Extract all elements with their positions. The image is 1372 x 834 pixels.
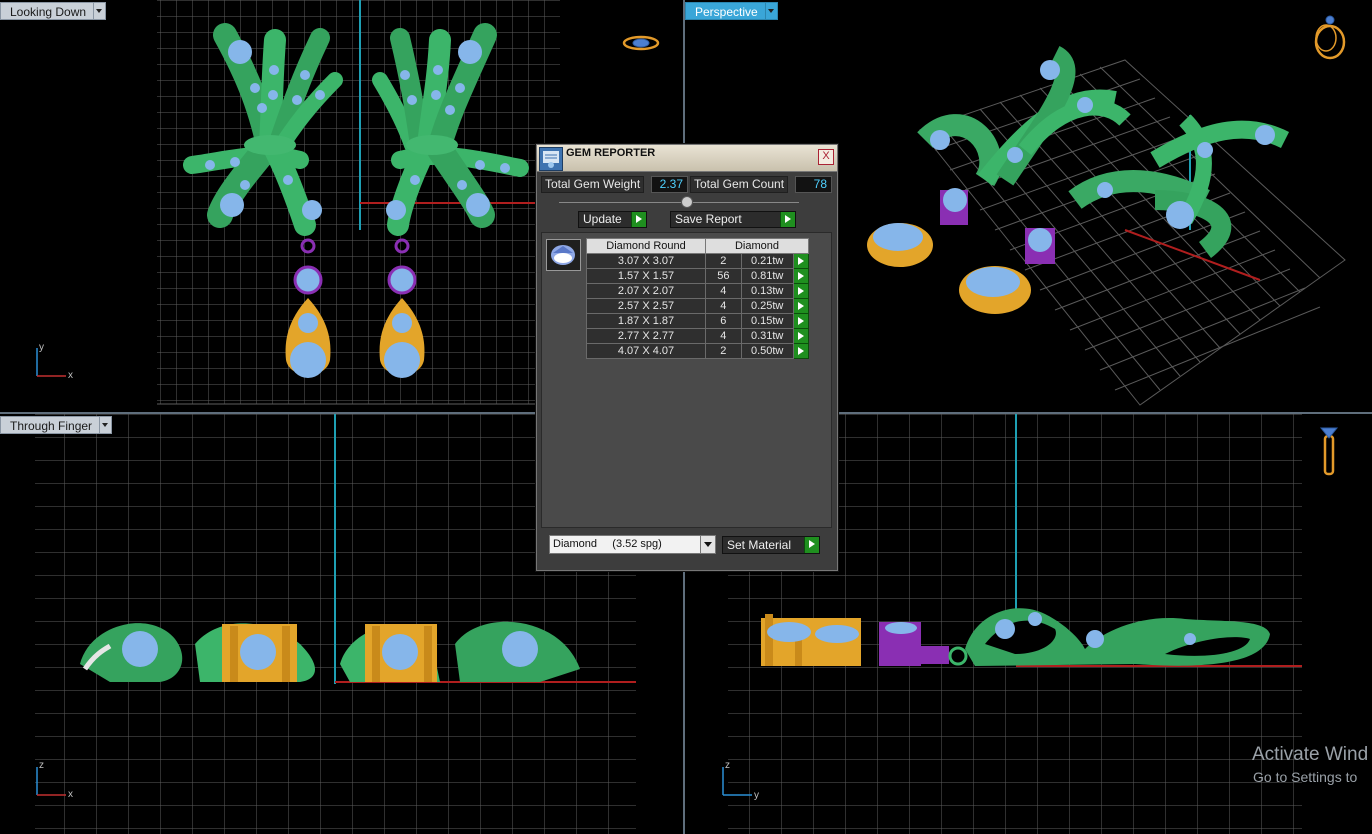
set-material-button-label: Set Material: [727, 538, 792, 552]
cell-count: 2: [705, 253, 742, 269]
play-icon: [780, 212, 795, 227]
set-material-button[interactable]: Set Material: [722, 536, 820, 554]
row-go-button[interactable]: [792, 253, 810, 269]
table-row[interactable]: 1.57 X 1.57 56 0.81tw: [586, 268, 810, 284]
table-row[interactable]: 2.77 X 2.77 4 0.31tw: [586, 328, 810, 344]
col-header-cut: Diamond Round: [586, 238, 706, 254]
cell-weight: 0.15tw: [740, 313, 794, 329]
table-row[interactable]: 2.07 X 2.07 4 0.13tw: [586, 283, 810, 299]
separator: [559, 202, 799, 203]
viewport-dropdown-icon[interactable]: [100, 416, 113, 434]
cell-weight: 0.21tw: [740, 253, 794, 269]
save-report-button-label: Save Report: [675, 212, 742, 226]
row-go-button[interactable]: [792, 343, 810, 359]
cell-count: 6: [705, 313, 742, 329]
total-gem-weight-label: Total Gem Weight: [541, 176, 645, 193]
viewport-label-perspective[interactable]: Perspective: [685, 2, 778, 20]
cell-weight: 0.31tw: [740, 328, 794, 344]
close-icon[interactable]: X: [818, 149, 834, 165]
cell-weight: 0.25tw: [740, 298, 794, 314]
cell-count: 4: [705, 298, 742, 314]
viewport-label-text: Through Finger: [0, 416, 101, 434]
axis-label-h: y: [754, 790, 759, 801]
axis-label-v: y: [39, 342, 44, 353]
row-go-button[interactable]: [792, 328, 810, 344]
gem-table: Diamond Round Diamond 3.07 X 3.07 2 0.21…: [586, 238, 810, 359]
row-go-button[interactable]: [792, 268, 810, 284]
total-gem-count-value: 78: [795, 176, 832, 193]
viewport-label-through-finger[interactable]: Through Finger: [0, 416, 113, 434]
cell-size: 2.07 X 2.07: [586, 283, 706, 299]
row-go-button[interactable]: [792, 298, 810, 314]
save-report-button[interactable]: Save Report: [670, 211, 796, 228]
collapse-handle[interactable]: [681, 196, 693, 208]
axis-label-v: z: [39, 760, 44, 771]
ring-perspective-icon[interactable]: [1314, 15, 1346, 60]
row-go-button[interactable]: [792, 283, 810, 299]
play-icon: [631, 212, 646, 227]
cell-count: 2: [705, 343, 742, 359]
gem-reporter-dialog: GEM REPORTER X Total Gem Weight 2.37 Tot…: [536, 144, 838, 571]
update-button-label: Update: [583, 212, 622, 226]
table-row[interactable]: 3.07 X 3.07 2 0.21tw: [586, 253, 810, 269]
cell-size: 3.07 X 3.07: [586, 253, 706, 269]
cell-count: 4: [705, 328, 742, 344]
row-go-button[interactable]: [792, 313, 810, 329]
gem-list-panel: Diamond Round Diamond 3.07 X 3.07 2 0.21…: [541, 232, 832, 528]
play-icon: [804, 537, 819, 553]
cell-size: 1.57 X 1.57: [586, 268, 706, 284]
material-select[interactable]: Diamond (3.52 spg): [549, 535, 716, 554]
cell-size: 2.57 X 2.57: [586, 298, 706, 314]
viewport-label-text: Perspective: [685, 2, 766, 20]
table-row[interactable]: 4.07 X 4.07 2 0.50tw: [586, 343, 810, 359]
cell-size: 4.07 X 4.07: [586, 343, 706, 359]
perspective-earring-a: [867, 46, 1131, 267]
cell-size: 1.87 X 1.87: [586, 313, 706, 329]
chevron-down-icon[interactable]: [700, 536, 715, 553]
activate-windows-subtitle: Go to Settings to: [1253, 769, 1358, 785]
viewport-dropdown-icon[interactable]: [765, 2, 778, 20]
activate-windows-title: Activate Wind: [1252, 744, 1369, 765]
cell-size: 2.77 X 2.77: [586, 328, 706, 344]
gem-reporter-icon: [539, 147, 563, 171]
total-gem-count-label: Total Gem Count: [690, 176, 789, 193]
gem-icon: [546, 239, 581, 271]
axis-label-v: z: [725, 760, 730, 771]
cell-count: 4: [705, 283, 742, 299]
table-row[interactable]: 1.87 X 1.87 6 0.15tw: [586, 313, 810, 329]
cell-weight: 0.13tw: [740, 283, 794, 299]
col-header-material: Diamond: [705, 238, 809, 254]
cell-count: 56: [705, 268, 742, 284]
axis-label-h: x: [68, 789, 73, 800]
axis-label-h: x: [68, 370, 73, 381]
material-select-value: Diamond (3.52 spg): [553, 538, 662, 550]
ring-side-icon[interactable]: [1319, 427, 1339, 476]
dialog-title: GEM REPORTER: [566, 147, 656, 159]
table-row[interactable]: 2.57 X 2.57 4 0.25tw: [586, 298, 810, 314]
cell-weight: 0.81tw: [740, 268, 794, 284]
total-gem-weight-value: 2.37: [651, 176, 688, 193]
ring-top-icon[interactable]: [622, 35, 660, 51]
viewport-label-looking-down[interactable]: Looking Down: [0, 2, 107, 20]
update-button[interactable]: Update: [578, 211, 647, 228]
viewport-dropdown-icon[interactable]: [94, 2, 107, 20]
viewport-label-text: Looking Down: [0, 2, 95, 20]
dialog-titlebar[interactable]: GEM REPORTER X: [537, 145, 837, 172]
cell-weight: 0.50tw: [740, 343, 794, 359]
